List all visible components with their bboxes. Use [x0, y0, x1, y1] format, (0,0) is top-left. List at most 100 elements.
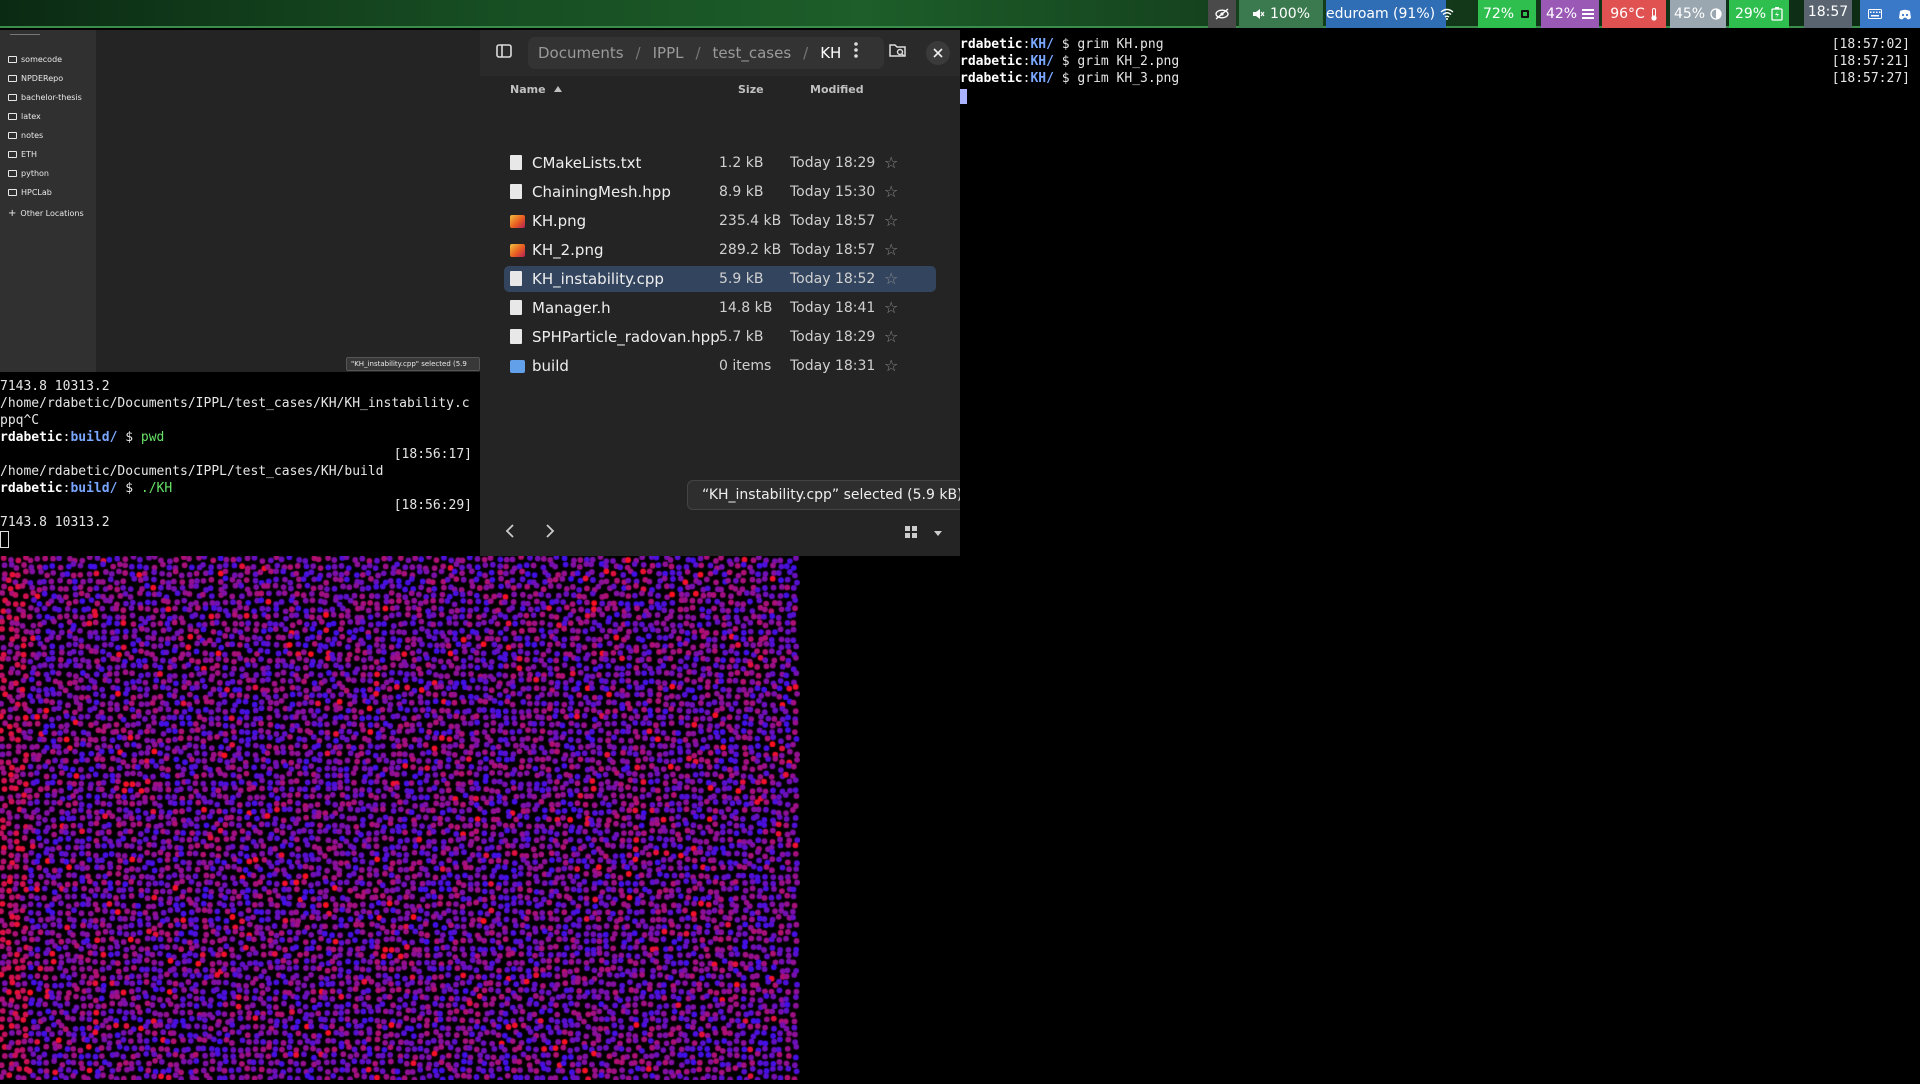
keyboard-module[interactable] — [1860, 0, 1890, 28]
terminal-timestamp: [18:57:21] — [1831, 54, 1910, 69]
breadcrumb-item-test_cases[interactable]: test_cases — [713, 37, 792, 69]
prompt-symbol: $ — [117, 481, 141, 496]
battery-module[interactable]: 29% — [1729, 0, 1789, 28]
sidebar-item-hpclab[interactable]: HPCLab — [8, 187, 52, 199]
sidebar-item-label: bachelor-thesis — [21, 93, 82, 102]
volume-module[interactable]: 100% — [1239, 0, 1323, 28]
backlight-module[interactable]: 45% — [1670, 0, 1726, 28]
network-module[interactable]: eduroam (91%) — [1326, 0, 1454, 28]
folder-icon — [8, 132, 17, 139]
battery-charging-icon — [1771, 6, 1783, 22]
wifi-icon — [1440, 6, 1454, 22]
temperature-module[interactable]: 96°C — [1602, 0, 1666, 28]
sidebar-item-npderepo[interactable]: NPDERepo — [8, 73, 63, 85]
text-file-icon — [510, 300, 522, 315]
sidebar-item-label: python — [21, 169, 49, 178]
sidebar-other-locations[interactable]: + Other Locations — [8, 208, 84, 220]
back-button[interactable] — [500, 520, 522, 542]
file-name: KH_2.png — [532, 241, 604, 259]
sidebar-item-latex[interactable]: latex — [8, 111, 41, 123]
image-file-icon — [510, 244, 525, 257]
brightness-icon — [1710, 6, 1722, 22]
file-row[interactable]: KH_instability.cpp 5.9 kB Today 18:52 ☆ — [504, 266, 936, 292]
file-manager-small-window: somecode NPDERepo bachelor-thesis latex note… — [0, 30, 480, 380]
column-name[interactable]: Name — [510, 83, 563, 96]
cpu-module[interactable]: 72% — [1478, 0, 1536, 28]
file-row[interactable]: SPHParticle_radovan.hpp 5.7 kB Today 18:29… — [504, 324, 936, 350]
close-button[interactable] — [926, 41, 950, 65]
prompt-symbol: $ — [1053, 37, 1078, 52]
forward-button[interactable] — [538, 520, 560, 542]
breadcrumb-item-documents[interactable]: Documents — [538, 37, 624, 69]
cursor-block — [960, 89, 967, 104]
sidebar-item-notes[interactable]: notes — [8, 130, 43, 142]
star-icon[interactable]: ☆ — [884, 179, 898, 205]
eye-slash-icon — [1215, 6, 1229, 22]
text-file-icon — [510, 329, 522, 344]
breadcrumb: Documents / IPPL / test_cases / KH — [528, 37, 884, 69]
file-modified: Today 18:57 — [790, 242, 876, 258]
prompt-command: grim KH_2.png — [1077, 54, 1180, 69]
top-status-bar: 100% eduroam (91%) 72% 42% 96°C 45% 29% 18:57 — [0, 0, 1920, 28]
sidebar-item-label: ETH — [21, 150, 37, 159]
file-row[interactable]: Manager.h 14.8 kB Today 18:41 ☆ — [504, 295, 936, 321]
file-name: KH.png — [532, 212, 587, 230]
prompt-user: rdabetic — [960, 37, 1023, 52]
folder-icon — [8, 189, 17, 196]
file-row[interactable]: KH_2.png 289.2 kB Today 18:57 ☆ — [504, 237, 936, 263]
breadcrumb-separator: / — [695, 44, 701, 62]
sidebar-toggle-button[interactable] — [492, 41, 516, 65]
file-row[interactable]: ChainingMesh.hpp 8.9 kB Today 15:30 ☆ — [504, 179, 936, 205]
discord-module[interactable] — [1890, 0, 1920, 28]
star-icon[interactable]: ☆ — [884, 237, 898, 263]
file-size: 5.7 kB — [719, 329, 764, 345]
file-row[interactable]: build 0 items Today 18:31 ☆ — [504, 353, 936, 379]
folder-search-icon — [889, 44, 906, 57]
sidebar-item-eth[interactable]: ETH — [8, 149, 37, 161]
prompt-command: grim KH_3.png — [1077, 71, 1180, 86]
star-icon[interactable]: ☆ — [884, 324, 898, 350]
selection-status-mini: "KH_instability.cpp" selected (5.9 kB) — [346, 357, 480, 380]
sidebar-item-bachelor-thesis[interactable]: bachelor-thesis — [8, 92, 82, 104]
view-options-button[interactable] — [932, 524, 948, 540]
clock-module[interactable]: 18:57 — [1804, 0, 1852, 28]
breadcrumb-item-ippl[interactable]: IPPL — [653, 37, 684, 69]
star-icon[interactable]: ☆ — [884, 353, 898, 379]
search-button[interactable] — [886, 41, 910, 65]
column-modified[interactable]: Modified — [810, 83, 864, 96]
file-modified: Today 18:29 — [790, 329, 876, 345]
folder-icon — [8, 94, 17, 101]
file-modified: Today 18:57 — [790, 213, 876, 229]
folder-icon — [8, 75, 17, 82]
star-icon[interactable]: ☆ — [884, 295, 898, 321]
terminal-right[interactable]: rdabetic:KH/ $ grim KH.png [18:57:02] rdab… — [960, 30, 1920, 556]
file-name: CMakeLists.txt — [532, 154, 642, 172]
prompt-dir: KH/ — [1030, 54, 1054, 69]
star-icon[interactable]: ☆ — [884, 208, 898, 234]
selection-status-toast: “KH_instability.cpp” selected (5.9 kB) — [687, 480, 978, 510]
prompt-user: rdabetic — [0, 430, 63, 445]
grid-view-button[interactable] — [904, 524, 920, 540]
file-modified: Today 18:29 — [790, 155, 876, 171]
star-icon[interactable]: ☆ — [884, 266, 898, 292]
column-size[interactable]: Size — [738, 83, 764, 96]
terminal-prompt-line: rdabetic:KH/ $ grim KH.png — [960, 36, 1164, 53]
cpu-text: 72% — [1482, 6, 1515, 22]
path-menu-button[interactable] — [844, 41, 868, 65]
terminal-prompt-line: rdabetic:build/ $ pwd — [0, 429, 164, 446]
text-file-icon — [510, 271, 522, 286]
breadcrumb-item-kh[interactable]: KH — [820, 37, 841, 69]
prompt-user: rdabetic — [0, 481, 63, 496]
file-row[interactable]: KH.png 235.4 kB Today 18:57 ☆ — [504, 208, 936, 234]
terminal-output-line: 7143.8 10313.2 — [0, 379, 110, 394]
prompt-command: grim KH.png — [1077, 37, 1164, 52]
sidebar-item-somecode[interactable]: somecode — [8, 54, 62, 66]
file-row[interactable]: CMakeLists.txt 1.2 kB Today 18:29 ☆ — [504, 150, 936, 176]
star-icon[interactable]: ☆ — [884, 150, 898, 176]
memory-module[interactable]: 42% — [1541, 0, 1599, 28]
sidebar-item-label: somecode — [21, 55, 63, 64]
terminal-left[interactable]: 7143.8 10313.2/home/rdabetic/Documents/I… — [0, 372, 480, 552]
sidebar-item-python[interactable]: python — [8, 168, 49, 180]
privacy-module[interactable] — [1208, 0, 1236, 28]
sidebar-item-label: notes — [21, 131, 44, 140]
